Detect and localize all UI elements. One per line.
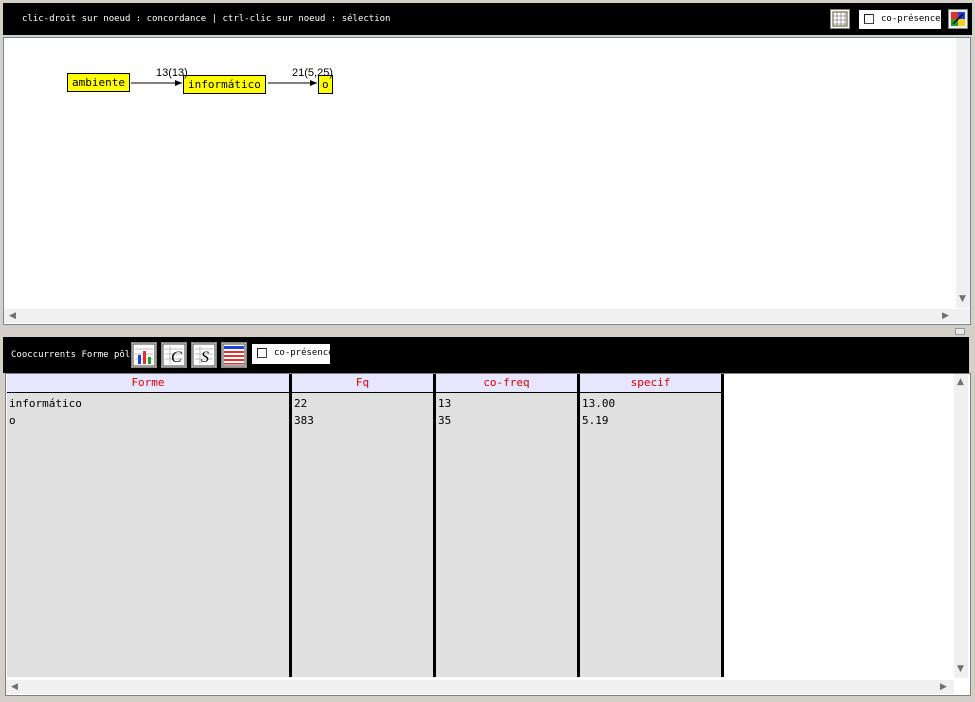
table-cell: 13 bbox=[438, 397, 452, 410]
graph-node[interactable]: informático bbox=[183, 75, 266, 94]
table-cell: informático bbox=[9, 397, 82, 410]
top-toolbar: clic-droit sur noeud : concordance | ctr… bbox=[3, 3, 972, 35]
checkbox-square[interactable] bbox=[864, 14, 874, 24]
palette-icon[interactable] bbox=[948, 9, 968, 29]
hint-text: clic-droit sur noeud : concordance | ctr… bbox=[22, 14, 391, 24]
header-fq[interactable]: Fq bbox=[292, 374, 433, 393]
scroll-right-arrow[interactable]: ▶ bbox=[942, 311, 949, 321]
graph-edges bbox=[131, 80, 317, 86]
table-cell: 35 bbox=[438, 414, 452, 427]
table-cell: 383 bbox=[294, 414, 314, 427]
graph-node[interactable]: ambiente bbox=[67, 73, 130, 92]
copresence-checkbox-top[interactable]: co-présence bbox=[858, 9, 942, 30]
specif-icon[interactable]: S bbox=[191, 342, 217, 368]
grid-icon[interactable] bbox=[830, 9, 850, 29]
header-forme[interactable]: Forme bbox=[7, 374, 289, 393]
column-cofreq: co-freq 13 35 bbox=[436, 374, 580, 677]
graph-panel[interactable]: ambiente informático o 13(13) 21(5,25) ▼… bbox=[3, 37, 971, 325]
table-cell: 22 bbox=[294, 397, 308, 410]
column-fq: Fq 22 383 bbox=[292, 374, 436, 677]
copresence-label: co-présence bbox=[881, 14, 941, 24]
table-cell: o bbox=[9, 414, 16, 427]
svg-text:C: C bbox=[171, 349, 182, 366]
copresence-label: co-présence bbox=[274, 348, 334, 358]
scroll-up-arrow[interactable]: ▲ bbox=[957, 377, 964, 387]
bottom-toolbar: Cooccurrents Forme pôle C S co-présence bbox=[3, 337, 969, 373]
scroll-down-arrow[interactable]: ▼ bbox=[957, 664, 964, 674]
table-vertical-scrollbar[interactable]: ▲ ▼ bbox=[954, 374, 968, 678]
header-specif[interactable]: specif bbox=[580, 374, 721, 393]
table-icon[interactable] bbox=[221, 342, 247, 368]
horizontal-scrollbar[interactable]: ◀ ▶ bbox=[4, 309, 970, 323]
scroll-right-arrow[interactable]: ▶ bbox=[940, 682, 947, 692]
vertical-scrollbar[interactable]: ▼ bbox=[956, 38, 970, 308]
checkbox-square[interactable] bbox=[257, 348, 267, 358]
copresence-checkbox-bottom[interactable]: co-présence bbox=[251, 343, 334, 365]
scroll-left-arrow[interactable]: ◀ bbox=[11, 682, 18, 692]
splitter[interactable] bbox=[0, 326, 975, 335]
cooccurrents-title: Cooccurrents Forme pôle bbox=[11, 350, 136, 360]
table-cell: 13.00 bbox=[582, 397, 616, 410]
scroll-down-arrow[interactable]: ▼ bbox=[959, 294, 966, 304]
splitter-handle[interactable] bbox=[955, 328, 965, 335]
header-cofreq[interactable]: co-freq bbox=[436, 374, 577, 393]
table-cell: 5.19 bbox=[582, 414, 609, 427]
edge-label: 21(5,25) bbox=[292, 67, 333, 79]
concordance-icon[interactable]: C bbox=[161, 342, 187, 368]
table-horizontal-scrollbar[interactable]: ◀ ▶ bbox=[6, 680, 954, 694]
column-specif: specif 13.00 5.19 bbox=[580, 374, 724, 677]
column-forme: Forme informático o bbox=[7, 374, 292, 677]
svg-text:S: S bbox=[201, 349, 209, 366]
chart-icon[interactable] bbox=[131, 342, 157, 368]
scroll-left-arrow[interactable]: ◀ bbox=[9, 311, 16, 321]
edge-label: 13(13) bbox=[156, 67, 188, 79]
